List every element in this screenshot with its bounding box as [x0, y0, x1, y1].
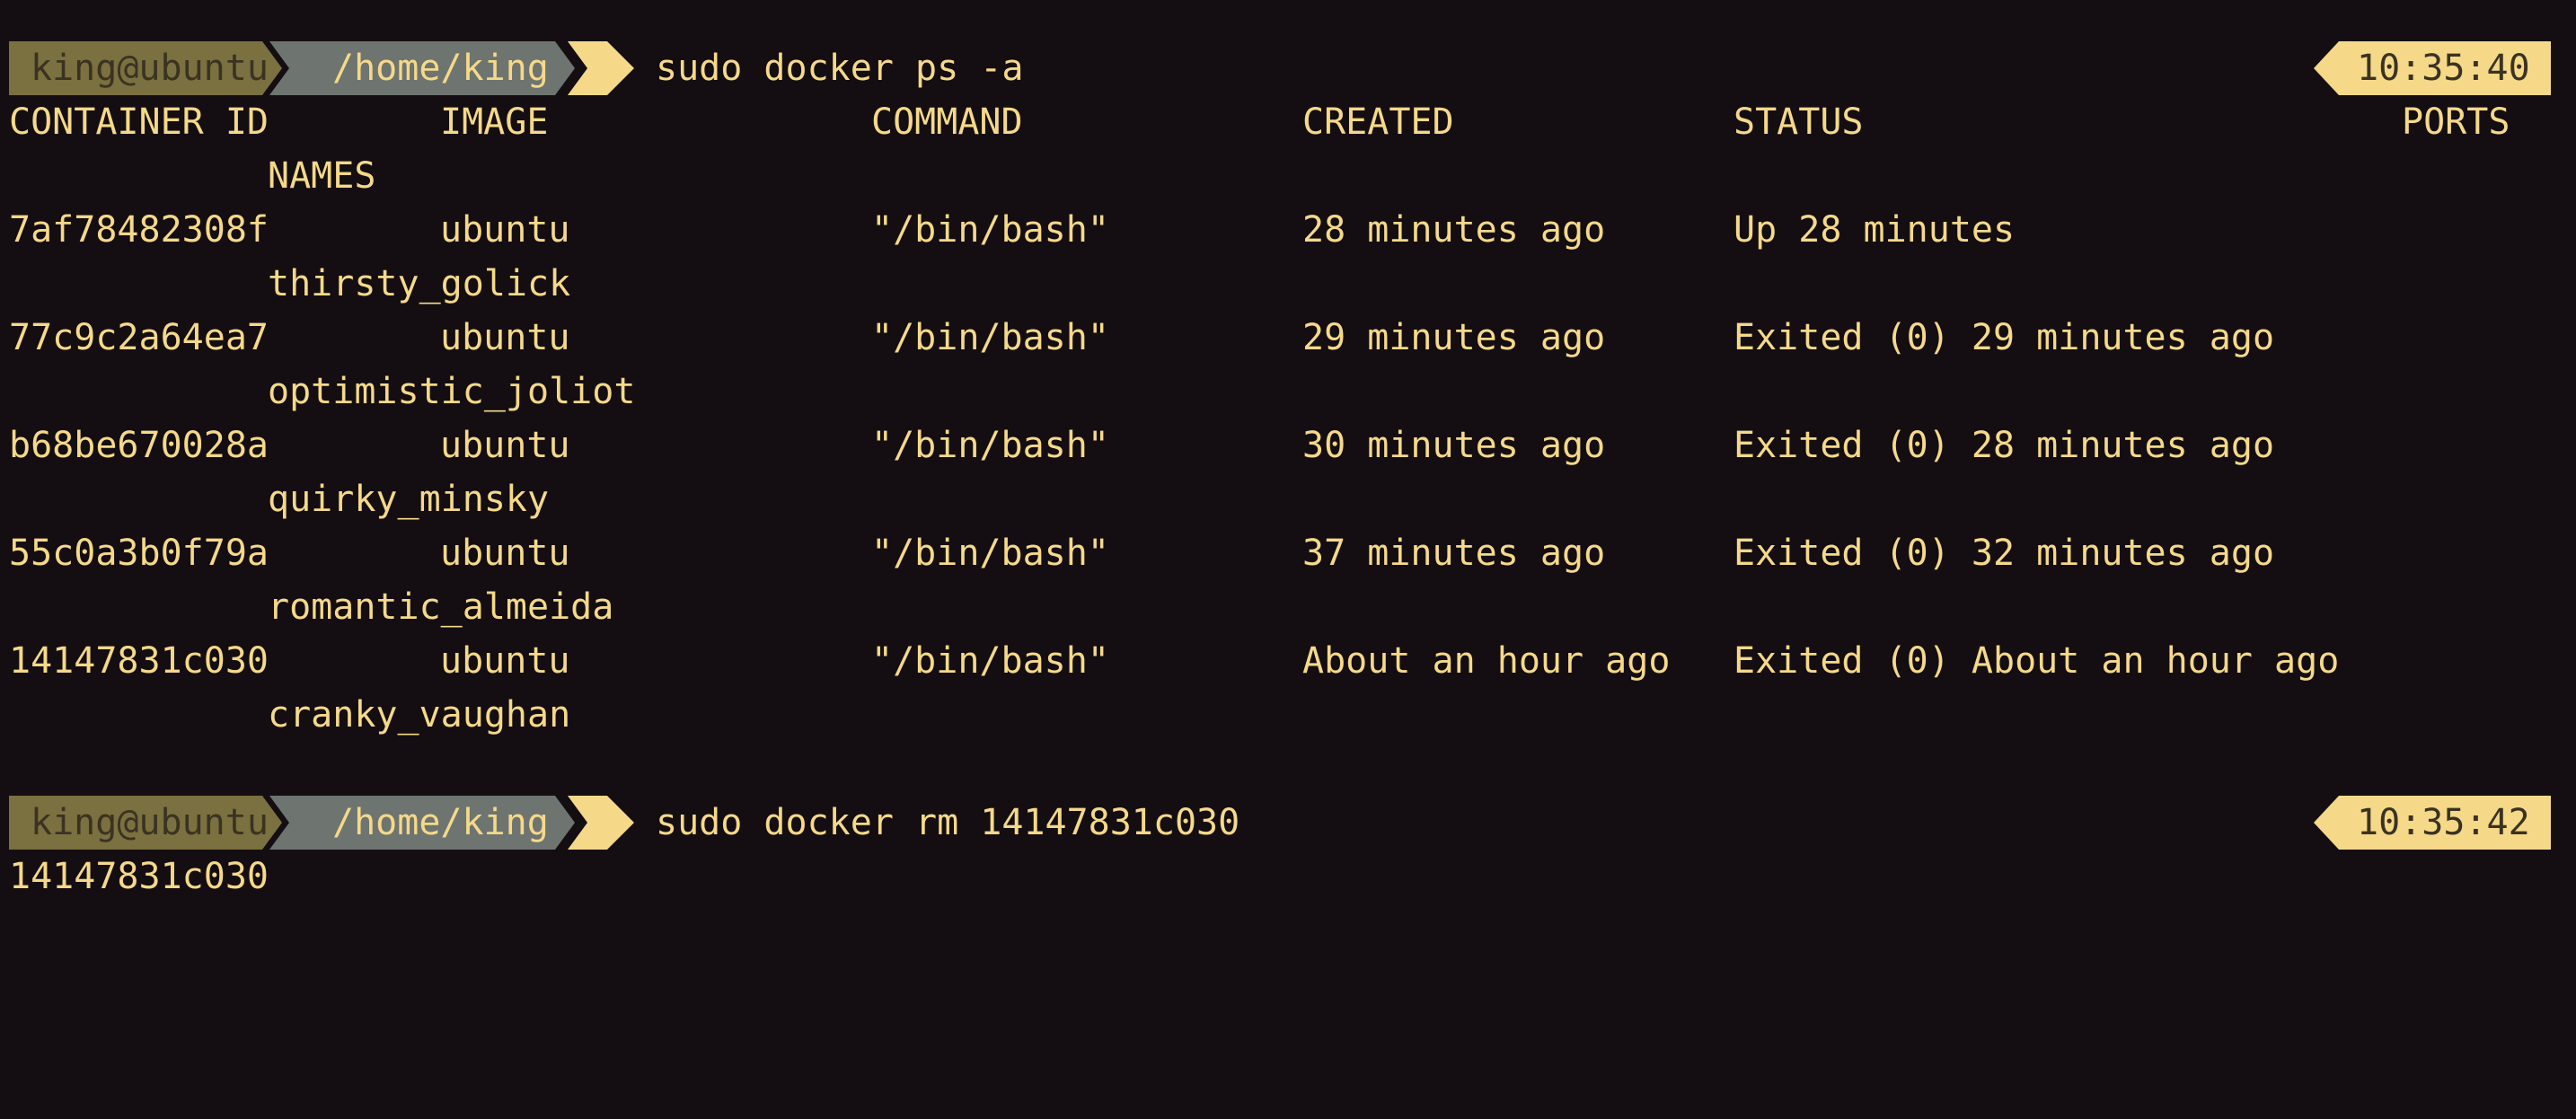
command-output: 14147831c030 — [0, 850, 2576, 903]
cell-image: ubuntu — [440, 209, 570, 251]
cell-status: Exited (0) About an hour ago — [1734, 640, 2340, 682]
output-text: 14147831c030 — [9, 856, 269, 897]
cell-created: 29 minutes ago — [1302, 317, 1606, 358]
header-command: COMMAND — [871, 101, 1023, 143]
table-row-names: optimistic_joliot — [0, 365, 2576, 419]
cell-status: Exited (0) 32 minutes ago — [1734, 533, 2275, 574]
cell-command: "/bin/bash" — [871, 209, 1109, 251]
cell-image: ubuntu — [440, 533, 570, 574]
cell-command: "/bin/bash" — [871, 425, 1109, 466]
table-row: 77c9c2a64ea7 ubuntu "/bin/bash" 29 minut… — [0, 311, 2576, 365]
cell-created: 37 minutes ago — [1302, 533, 1606, 574]
cell-created: 30 minutes ago — [1302, 425, 1606, 466]
header-created: CREATED — [1302, 101, 1454, 143]
cell-status: Exited (0) 28 minutes ago — [1734, 425, 2275, 466]
cell-command: "/bin/bash" — [871, 640, 1109, 682]
command-text: sudo docker ps -a — [656, 48, 1024, 89]
cell-status: Exited (0) 29 minutes ago — [1734, 317, 2275, 358]
cell-image: ubuntu — [440, 425, 570, 466]
cell-container-id: 55c0a3b0f79a — [9, 533, 269, 574]
cell-names: thirsty_golick — [268, 263, 571, 304]
cell-names: quirky_minsky — [268, 479, 550, 520]
cell-created: 28 minutes ago — [1302, 209, 1606, 251]
prompt-user-segment: king@ubuntu — [9, 796, 282, 850]
header-container-id: CONTAINER ID — [9, 101, 269, 143]
header-ports: PORTS — [2402, 101, 2510, 143]
header-image: IMAGE — [440, 101, 549, 143]
table-row: 55c0a3b0f79a ubuntu "/bin/bash" 37 minut… — [0, 526, 2576, 580]
table-row-names: cranky_vaughan — [0, 688, 2576, 742]
cell-names: cranky_vaughan — [268, 694, 571, 736]
cell-command: "/bin/bash" — [871, 317, 1109, 358]
prompt-clock: 10:35:42 — [2314, 796, 2551, 850]
prompt-line-2: king@ubuntu /home/king sudo docker rm 14… — [0, 796, 2576, 850]
table-header: CONTAINER ID IMAGE COMMAND CREATED STATU… — [0, 95, 2576, 149]
cell-container-id: 7af78482308f — [9, 209, 269, 251]
cell-names: optimistic_joliot — [268, 371, 636, 412]
cell-container-id: 77c9c2a64ea7 — [9, 317, 269, 358]
header-names: NAMES — [268, 155, 376, 197]
cell-status: Up 28 minutes — [1734, 209, 2016, 251]
prompt-user-segment: king@ubuntu — [9, 41, 282, 95]
cell-image: ubuntu — [440, 640, 570, 682]
cell-names: romantic_almeida — [268, 586, 614, 628]
prompt-line-1: king@ubuntu /home/king sudo docker ps -a… — [0, 41, 2576, 95]
table-row-names: romantic_almeida — [0, 580, 2576, 634]
command-text: sudo docker rm 14147831c030 — [656, 802, 1240, 843]
table-row: b68be670028a ubuntu "/bin/bash" 30 minut… — [0, 419, 2576, 472]
prompt-arrow-icon — [568, 41, 634, 95]
header-status: STATUS — [1734, 101, 1864, 143]
cell-container-id: b68be670028a — [9, 425, 269, 466]
prompt-arrow-icon — [568, 796, 634, 850]
cell-command: "/bin/bash" — [871, 533, 1109, 574]
table-row-names: quirky_minsky — [0, 472, 2576, 526]
table-row: 14147831c030 ubuntu "/bin/bash" About an… — [0, 634, 2576, 688]
prompt-clock: 10:35:40 — [2314, 41, 2551, 95]
table-header-names: NAMES — [0, 149, 2576, 203]
prompt-path-segment: /home/king — [269, 41, 575, 95]
prompt-path-segment: /home/king — [269, 796, 575, 850]
cell-container-id: 14147831c030 — [9, 640, 269, 682]
table-row: 7af78482308f ubuntu "/bin/bash" 28 minut… — [0, 203, 2576, 257]
cell-image: ubuntu — [440, 317, 570, 358]
table-row-names: thirsty_golick — [0, 257, 2576, 311]
cell-created: About an hour ago — [1302, 640, 1671, 682]
